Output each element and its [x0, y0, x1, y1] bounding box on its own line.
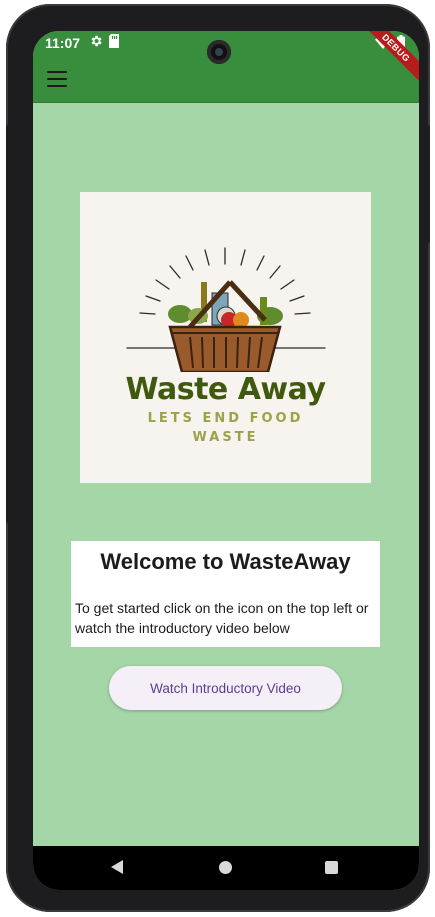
- welcome-text: To get started click on the icon on the …: [75, 600, 369, 636]
- back-icon[interactable]: [111, 860, 123, 874]
- watch-video-button[interactable]: Watch Introductory Video: [109, 666, 342, 710]
- sd-card-icon: [109, 34, 119, 48]
- logo-title: Waste Away: [125, 372, 326, 407]
- welcome-card: Welcome to WasteAway To get started clic…: [71, 541, 380, 647]
- status-icons-left: [89, 34, 120, 48]
- welcome-title: Welcome to WasteAway: [100, 549, 351, 574]
- app-bar: [33, 55, 419, 103]
- front-camera: [207, 40, 231, 64]
- logo-subtitle-line1: LETS END FOOD: [147, 411, 304, 426]
- volume-button: [6, 124, 14, 524]
- recents-icon[interactable]: [325, 861, 338, 874]
- waste-away-logo: Waste Away LETS END FOOD WASTE: [80, 192, 371, 483]
- status-time: 11:07: [45, 35, 81, 51]
- hamburger-menu-icon[interactable]: [47, 69, 67, 89]
- basket-logo-icon: [126, 247, 326, 372]
- settings-gear-icon: [91, 35, 102, 47]
- phone-screen: 11:07 DEBUG Waste Away LETS END FOOD WAS…: [33, 31, 419, 890]
- logo-subtitle-line2: WASTE: [192, 430, 259, 445]
- power-button: [422, 124, 430, 244]
- navigation-bar: [33, 846, 419, 890]
- phone-frame: 11:07 DEBUG Waste Away LETS END FOOD WAS…: [6, 4, 430, 912]
- home-icon[interactable]: [219, 861, 232, 874]
